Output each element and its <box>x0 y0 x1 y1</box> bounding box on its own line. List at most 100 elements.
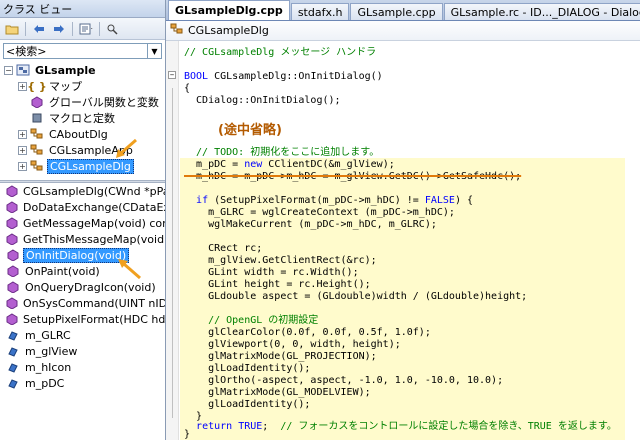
tree-item-label: マクロと定数 <box>49 112 115 125</box>
class-view-search: <検索> ▼ <box>0 40 165 62</box>
code-line: // CGLsampleDlg メッセージ ハンドラ <box>184 47 377 58</box>
code-line: glViewport(0, 0, width, height); <box>184 339 401 350</box>
member-list: CGLsampleDlg(CWnd *pPar DoDataExchange(C… <box>0 183 165 391</box>
member-label: m_hIcon <box>25 360 72 374</box>
expand-icon[interactable]: + <box>18 81 27 91</box>
member-item[interactable]: m_pDC <box>0 375 165 391</box>
code-line: m_GLRC = wglCreateContext (m_pDC->m_hDC)… <box>184 207 455 218</box>
method-icon <box>6 232 18 246</box>
member-item-oninitdialog[interactable]: OnInitDialog(void) <box>0 247 165 263</box>
code-line-struck: m_hDC = m_pDC->m_hDC = m_glView.GetDC()-… <box>184 171 522 182</box>
class-icon <box>30 127 44 141</box>
collapse-icon[interactable]: − <box>168 71 176 79</box>
code-line: m_pDC = new CClientDC(&m_glView); <box>184 159 395 170</box>
toolbar-separator <box>72 21 73 36</box>
method-icon <box>6 200 18 214</box>
method-icon <box>6 184 18 198</box>
back-icon[interactable] <box>30 21 48 37</box>
outline-line <box>172 88 173 418</box>
toolbar-separator <box>25 21 26 36</box>
member-label: GetThisMessageMap(void) <box>23 232 166 246</box>
tree-item-project[interactable]: − GLsample <box>0 62 165 78</box>
member-label: OnPaint(void) <box>25 264 100 278</box>
map-icon: { } <box>27 79 47 93</box>
tree-item-label: グローバル関数と変数 <box>49 96 159 109</box>
class-view-title-bar: クラス ビュー <box>0 0 165 18</box>
omitted-annotation: (途中省略) <box>218 123 282 138</box>
member-item[interactable]: DoDataExchange(CDataExc <box>0 199 165 215</box>
code-line: m_glView.GetClientRect(&rc); <box>184 255 377 266</box>
member-label: DoDataExchange(CDataExc <box>23 200 166 214</box>
code-editor: GLsampleDlg.cpp stdafx.h GLsample.cpp GL… <box>166 0 640 440</box>
member-item[interactable]: SetupPixelFormat(HDC hdc <box>0 311 165 327</box>
expand-icon[interactable]: + <box>18 145 27 155</box>
code-line: if (SetupPixelFormat(m_pDC->m_hDC) != FA… <box>196 195 474 206</box>
member-label: m_GLRC <box>25 328 71 342</box>
folder-icon[interactable] <box>3 21 21 37</box>
toolbar-separator <box>99 21 100 36</box>
tab-glsampledlg-cpp[interactable]: GLsampleDlg.cpp <box>168 0 290 20</box>
member-label: OnInitDialog(void) <box>23 247 130 263</box>
member-item[interactable]: m_GLRC <box>0 327 165 343</box>
member-label: OnQueryDragIcon(void) <box>25 280 156 294</box>
tree-item-label: CGLsampleDlg <box>47 158 134 174</box>
member-item[interactable]: OnPaint(void) <box>0 263 165 279</box>
member-item[interactable]: m_glView <box>0 343 165 359</box>
macro-icon <box>30 111 44 125</box>
method-icon <box>6 312 18 326</box>
code-line: glMatrixMode(GL_PROJECTION); <box>184 351 377 362</box>
code-line: GLdouble aspect = (GLdouble)width / (GLd… <box>184 291 528 302</box>
forward-icon[interactable] <box>50 21 68 37</box>
method-icon <box>6 264 20 278</box>
expand-icon[interactable]: + <box>18 161 27 171</box>
tree-item-maps[interactable]: + { } マップ <box>0 78 165 94</box>
new-folder-icon[interactable] <box>104 21 122 37</box>
breadcrumb-class: CGLsampleDlg <box>188 24 269 37</box>
tree-item-label: マップ <box>49 80 82 93</box>
code-line: return TRUE; // フォーカスをコントロールに設定した場合を除き、T… <box>196 421 617 432</box>
member-label: GetMessageMap(void) const <box>23 216 166 230</box>
class-icon <box>170 23 184 38</box>
tree-item-label: GLsample <box>35 63 96 77</box>
breadcrumb[interactable]: CGLsampleDlg <box>166 21 640 41</box>
search-dropdown-button[interactable]: ▼ <box>148 43 162 59</box>
tab-glsample-cpp[interactable]: GLsample.cpp <box>350 3 443 20</box>
class-view-panel: クラス ビュー <検索> ▼ − GLsample + {} マップ グローバ… <box>0 0 166 440</box>
class-view-toolbar <box>0 18 165 40</box>
member-item[interactable]: GetMessageMap(void) const <box>0 215 165 231</box>
code-line: glLoadIdentity(); <box>184 363 311 374</box>
tree-item-cglsampledlg[interactable]: + CGLsampleDlg <box>0 158 165 174</box>
tree-item-caboutdlg[interactable]: + CAboutDlg <box>0 126 165 142</box>
member-label: m_glView <box>25 344 78 358</box>
field-icon <box>6 360 20 374</box>
tree-item-cglsampleapp[interactable]: + CGLsampleApp <box>0 142 165 158</box>
search-input[interactable]: <検索> <box>3 43 148 59</box>
tree-item-label: CGLsampleApp <box>49 143 133 157</box>
member-item[interactable]: OnQueryDragIcon(void) <box>0 279 165 295</box>
tree-item-macros[interactable]: マクロと定数 <box>0 110 165 126</box>
member-item[interactable]: GetThisMessageMap(void) <box>0 231 165 247</box>
class-view-title: クラス ビュー <box>3 2 73 16</box>
tab-stdafx-h[interactable]: stdafx.h <box>290 3 350 20</box>
class-view-settings-icon[interactable] <box>77 21 95 37</box>
member-item[interactable]: m_hIcon <box>0 359 165 375</box>
code-line: CRect rc; <box>184 243 263 254</box>
code-line: glClearColor(0.0f, 0.0f, 0.5f, 1.0f); <box>184 327 431 338</box>
document-tabs: GLsampleDlg.cpp stdafx.h GLsample.cpp GL… <box>166 0 640 21</box>
member-item[interactable]: CGLsampleDlg(CWnd *pPar <box>0 183 165 199</box>
member-item[interactable]: OnSysCommand(UINT nID, <box>0 295 165 311</box>
field-icon <box>6 376 20 390</box>
member-label: m_pDC <box>25 376 65 390</box>
global-function-icon <box>30 95 44 109</box>
tab-glsample-rc[interactable]: GLsample.rc - ID..._DIALOG - Dialog <box>443 3 640 20</box>
tree-item-globals[interactable]: グローバル関数と変数 <box>0 94 165 110</box>
code-line: glLoadIdentity(); <box>184 399 311 410</box>
code-area[interactable]: − // CGLsampleDlg メッセージ ハンドラ BOOL CGLsam… <box>166 41 640 440</box>
member-label: OnSysCommand(UINT nID, <box>23 296 166 310</box>
code-line: { <box>184 83 191 94</box>
expand-icon[interactable]: + <box>18 129 27 139</box>
method-icon <box>6 216 18 230</box>
class-tree: − GLsample + { } マップ グローバル関数と変数 マクロと定数 + <box>0 62 165 180</box>
collapse-icon[interactable]: − <box>4 65 13 75</box>
class-icon <box>30 159 44 173</box>
